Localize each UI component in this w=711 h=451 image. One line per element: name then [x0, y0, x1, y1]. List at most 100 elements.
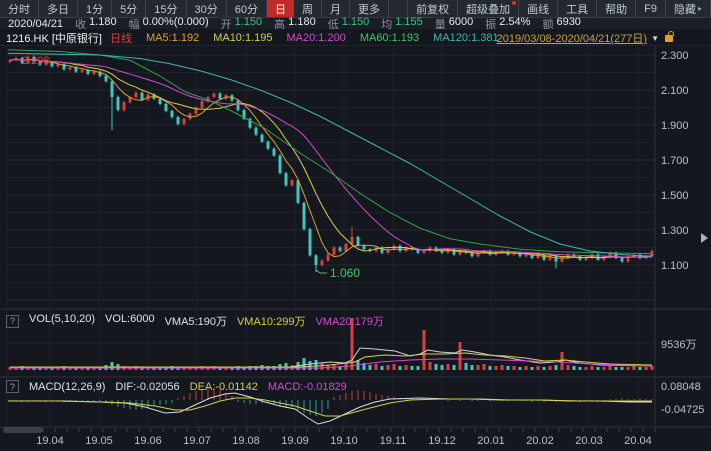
volume-bar — [441, 365, 444, 370]
price-axis-label: 1.300 — [661, 225, 689, 237]
ma10-line — [10, 59, 652, 258]
candle-body — [315, 255, 318, 265]
volume-bar — [423, 330, 426, 370]
volume-bar — [573, 366, 576, 370]
ma-legend: MA5:1.192MA10:1.195MA20:1.200MA60:1.193M… — [146, 32, 499, 44]
volume-bar — [513, 366, 516, 370]
chevron-down-icon[interactable]: ▼ — [651, 34, 659, 43]
volume-bar — [465, 363, 468, 370]
volume-scale-label: 9536万 — [661, 339, 696, 351]
toolbar-action-帮助[interactable]: 帮助 — [597, 0, 636, 17]
volume-bar — [483, 364, 486, 370]
volume-bar — [453, 365, 456, 370]
volume-bar — [549, 366, 552, 370]
candle-body — [201, 101, 204, 107]
volume-bar — [309, 361, 312, 370]
help-icon[interactable]: ? — [6, 315, 19, 328]
candle-body — [303, 203, 306, 229]
macd-scale-max-label: 0.08048 — [661, 381, 701, 393]
highest-price-marker: 2.298 — [22, 55, 50, 67]
price-axis-label: 1.900 — [661, 120, 689, 132]
period-tab-1分[interactable]: 1分 — [78, 0, 112, 17]
volume-bar — [381, 366, 384, 370]
ma5-line — [10, 59, 652, 258]
toolbar-action-超级叠加[interactable]: 超级叠加 — [458, 0, 519, 17]
period-tabs: 分时多日1分5分15分30分60分日周月更多 — [0, 0, 389, 17]
candle-body — [309, 229, 312, 255]
period-tab-多日[interactable]: 多日 — [39, 0, 78, 17]
macd-pane-legend: ? MACD(12,26,9)DIF:-0.02056DEA:-0.01142M… — [6, 380, 347, 393]
month-axis-label: 19.12 — [428, 435, 456, 447]
candle-body — [93, 72, 96, 74]
macd-dea-line — [8, 398, 652, 416]
price-axis-label: 1.700 — [661, 155, 689, 167]
price-axis-label: 1.500 — [661, 190, 689, 202]
horizontal-scrollbar-thumb[interactable] — [3, 427, 43, 433]
volume-bar — [603, 367, 606, 370]
candle-body — [183, 119, 186, 124]
volume-bar — [627, 367, 630, 370]
candle-body — [237, 101, 240, 111]
candle-body — [213, 94, 216, 98]
period-tab-日[interactable]: 日 — [267, 0, 294, 17]
month-axis-label: 20.03 — [575, 435, 603, 447]
candle-body — [321, 261, 324, 265]
ma20-line — [10, 59, 652, 257]
date-range-selector[interactable]: 2019/03/08-2020/04/21(277日) ▼ — [497, 30, 673, 46]
volume-bar — [399, 366, 402, 370]
period-tab-更多[interactable]: 更多 — [350, 0, 389, 17]
candle-body — [255, 128, 258, 135]
ma-legend-item: MA10:1.195 — [213, 32, 272, 44]
volume-bar — [651, 366, 654, 370]
macd-legend-segment: DEA:-0.01142 — [190, 381, 258, 393]
candle-body — [267, 142, 270, 149]
month-axis-label: 19.10 — [330, 435, 358, 447]
month-axis-label: 19.06 — [134, 435, 162, 447]
month-axis-label: 19.04 — [36, 435, 64, 447]
period-tab-分时[interactable]: 分时 — [0, 0, 39, 17]
toolbar-action-F9[interactable]: F9 — [636, 0, 666, 17]
candle-body — [123, 102, 126, 110]
unlock-icon[interactable] — [665, 35, 673, 42]
period-tab-5分[interactable]: 5分 — [112, 0, 146, 17]
period-tab-月[interactable]: 月 — [322, 0, 350, 17]
toolbar-action-隐藏[interactable]: 隐藏▸ — [666, 0, 711, 17]
expand-panel-arrow-icon[interactable] — [701, 233, 708, 243]
candle-body — [165, 104, 168, 111]
month-axis-label: 19.07 — [183, 435, 211, 447]
month-axis-label: 19.09 — [281, 435, 309, 447]
notification-dot-icon — [512, 1, 516, 5]
volume-bar — [417, 366, 420, 370]
volume-bar — [495, 366, 498, 370]
volume-bar — [393, 364, 396, 370]
help-icon[interactable]: ? — [6, 380, 19, 393]
toolbar-action-工具[interactable]: 工具 — [558, 0, 597, 17]
volume-bar — [321, 363, 324, 370]
volume-bar — [507, 366, 510, 370]
month-axis-label: 19.05 — [85, 435, 113, 447]
period-tab-30分[interactable]: 30分 — [187, 0, 227, 17]
candle-body — [159, 99, 162, 104]
toolbar-action-画线[interactable]: 画线 — [519, 0, 558, 17]
period-tab-60分[interactable]: 60分 — [227, 0, 267, 17]
volume-bar — [609, 366, 612, 370]
candle-body — [171, 111, 174, 117]
chevron-right-icon: ▸ — [698, 4, 702, 13]
period-tab-15分[interactable]: 15分 — [146, 0, 186, 17]
volume-bar — [597, 367, 600, 370]
ma-legend-item: MA60:1.193 — [360, 32, 419, 44]
month-axis-label: 20.04 — [624, 435, 652, 447]
candle-body — [273, 149, 276, 156]
period-tab-周[interactable]: 周 — [294, 0, 322, 17]
candle-body — [423, 251, 426, 253]
kline-type-label[interactable]: 日线 — [110, 30, 132, 46]
candle-body — [357, 237, 360, 246]
volume-bar — [567, 365, 570, 370]
price-axis-label: 2.300 — [661, 50, 689, 62]
toolbar-action-前复权[interactable]: 前复权 — [407, 0, 458, 17]
candle-body — [285, 173, 288, 185]
volume-bar — [615, 367, 618, 370]
candle-body — [105, 76, 108, 81]
date-range-text[interactable]: 2019/03/08-2020/04/21(277日) — [497, 30, 647, 46]
volume-legend-segment: VMA20:179万 — [315, 313, 383, 329]
